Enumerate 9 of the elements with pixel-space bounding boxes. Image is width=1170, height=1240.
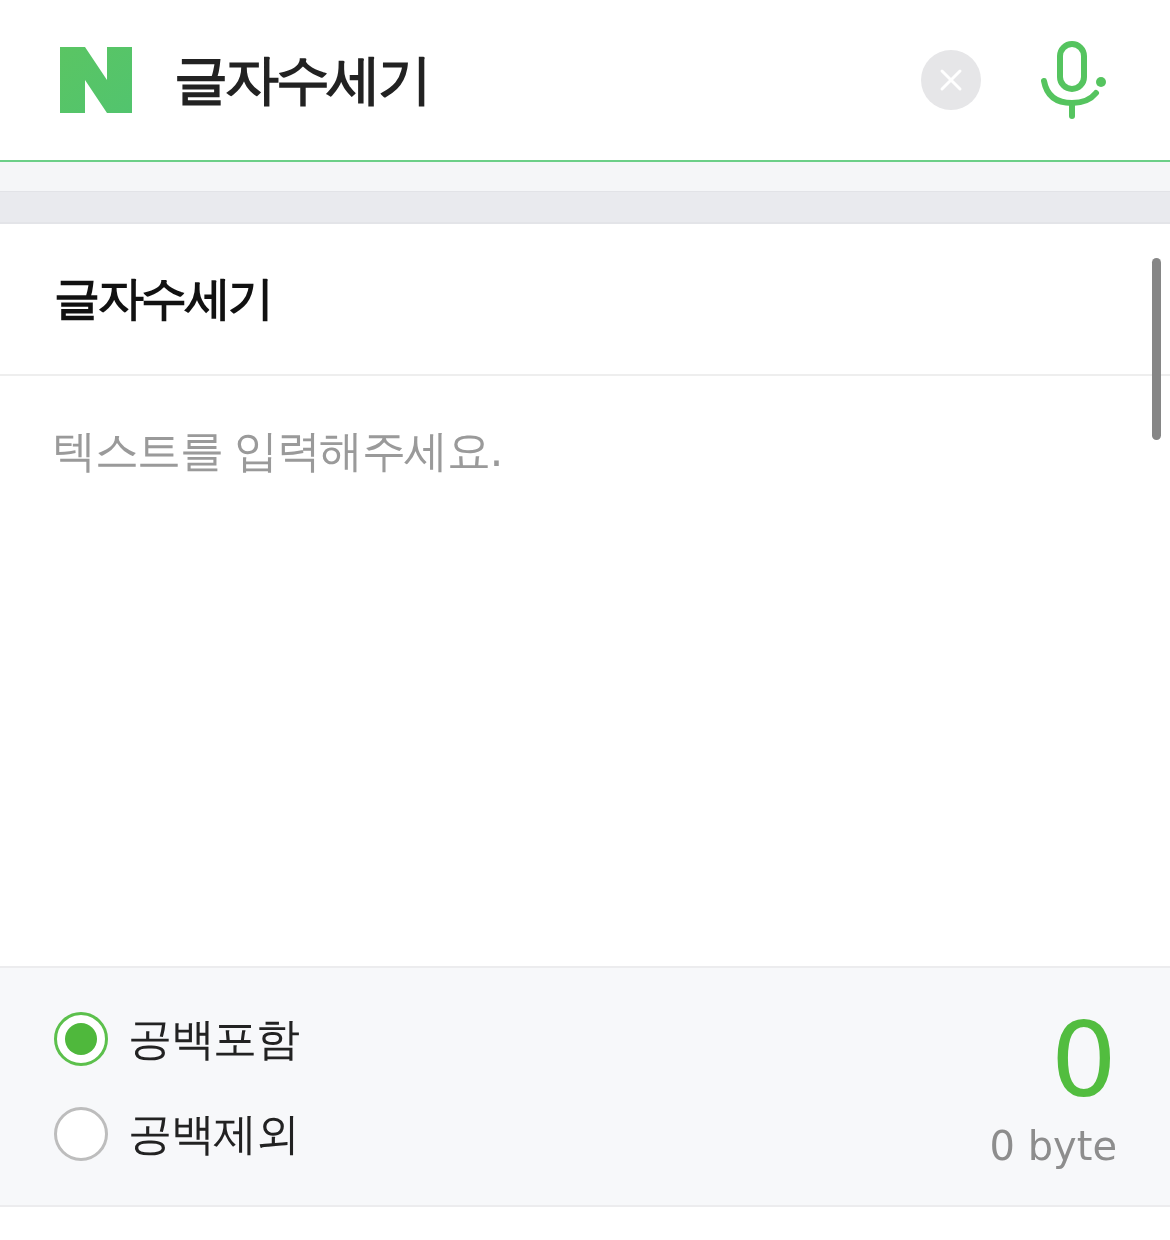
- search-field[interactable]: 글자수세기: [174, 40, 921, 120]
- logo-icon: [60, 47, 132, 113]
- microphone-icon: [1040, 41, 1106, 119]
- close-icon: [939, 68, 963, 92]
- radio-option[interactable]: 공백제외: [54, 1104, 298, 1164]
- radio-option[interactable]: 공백포함: [54, 1009, 298, 1069]
- voice-search-button[interactable]: [1040, 41, 1106, 119]
- character-count: 0: [1050, 1007, 1117, 1112]
- scrollbar-thumb[interactable]: [1152, 258, 1161, 440]
